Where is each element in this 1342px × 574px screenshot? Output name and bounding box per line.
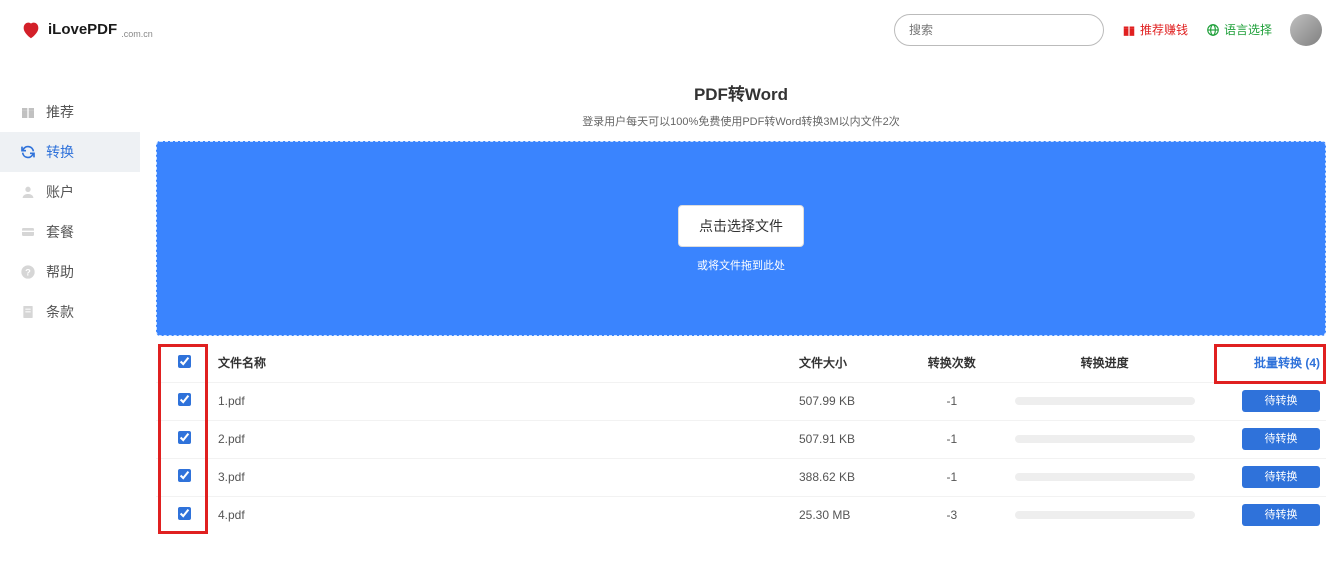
header-times: 转换次数 bbox=[904, 344, 999, 382]
file-list-region: 文件名称 文件大小 转换次数 转换进度 批量转换 (4) 1.pdf 507.9… bbox=[156, 344, 1326, 534]
cell-filesize: 507.91 KB bbox=[799, 420, 904, 458]
convert-button[interactable]: 待转换 bbox=[1242, 504, 1320, 526]
cell-filename: 1.pdf bbox=[214, 382, 799, 420]
user-icon bbox=[20, 184, 36, 200]
choose-file-button[interactable]: 点击选择文件 bbox=[678, 205, 804, 247]
row-checkbox[interactable] bbox=[178, 393, 191, 406]
progress-bar bbox=[1015, 435, 1195, 443]
sidebar-item-account[interactable]: 账户 bbox=[0, 172, 140, 212]
document-icon bbox=[20, 304, 36, 320]
row-checkbox[interactable] bbox=[178, 431, 191, 444]
page-subtitle: 登录用户每天可以100%免费使用PDF转Word转换3M以内文件2次 bbox=[156, 113, 1326, 129]
gift-icon bbox=[1122, 23, 1136, 37]
refresh-icon bbox=[20, 144, 36, 160]
svg-text:?: ? bbox=[25, 267, 31, 277]
gift-icon bbox=[20, 104, 36, 120]
card-icon bbox=[20, 224, 36, 240]
batch-convert-button[interactable]: 批量转换 (4) bbox=[1254, 356, 1320, 370]
cell-times: -3 bbox=[904, 496, 999, 534]
recommend-earn-link[interactable]: 推荐赚钱 bbox=[1122, 21, 1188, 38]
help-icon: ? bbox=[20, 264, 36, 280]
file-table: 文件名称 文件大小 转换次数 转换进度 批量转换 (4) 1.pdf 507.9… bbox=[156, 344, 1326, 534]
table-row: 2.pdf 507.91 KB -1 待转换 bbox=[156, 420, 1326, 458]
select-all-checkbox[interactable] bbox=[178, 355, 191, 368]
table-row: 4.pdf 25.30 MB -3 待转换 bbox=[156, 496, 1326, 534]
sidebar-item-convert[interactable]: 转换 bbox=[0, 132, 140, 172]
main-content: PDF转Word 登录用户每天可以100%免费使用PDF转Word转换3M以内文… bbox=[140, 60, 1342, 574]
row-checkbox[interactable] bbox=[178, 507, 191, 520]
table-row: 1.pdf 507.99 KB -1 待转换 bbox=[156, 382, 1326, 420]
header-filename: 文件名称 bbox=[214, 344, 799, 382]
sidebar: 推荐 转换 账户 套餐 ? 帮助 条款 bbox=[0, 60, 140, 574]
dropzone[interactable]: 点击选择文件 或将文件拖到此处 bbox=[156, 141, 1326, 336]
logo[interactable]: iLovePDF .com.cn bbox=[20, 19, 153, 41]
sidebar-item-help[interactable]: ? 帮助 bbox=[0, 252, 140, 292]
avatar[interactable] bbox=[1290, 14, 1322, 46]
cell-filename: 4.pdf bbox=[214, 496, 799, 534]
search-input[interactable] bbox=[894, 14, 1104, 46]
table-row: 3.pdf 388.62 KB -1 待转换 bbox=[156, 458, 1326, 496]
cell-filesize: 25.30 MB bbox=[799, 496, 904, 534]
cell-filesize: 388.62 KB bbox=[799, 458, 904, 496]
progress-bar bbox=[1015, 511, 1195, 519]
cell-filesize: 507.99 KB bbox=[799, 382, 904, 420]
globe-icon bbox=[1206, 23, 1220, 37]
row-checkbox[interactable] bbox=[178, 469, 191, 482]
cell-times: -1 bbox=[904, 382, 999, 420]
header-filesize: 文件大小 bbox=[799, 344, 904, 382]
convert-button[interactable]: 待转换 bbox=[1242, 390, 1320, 412]
cell-filename: 2.pdf bbox=[214, 420, 799, 458]
convert-button[interactable]: 待转换 bbox=[1242, 428, 1320, 450]
sidebar-item-terms[interactable]: 条款 bbox=[0, 292, 140, 332]
sidebar-item-recommend[interactable]: 推荐 bbox=[0, 92, 140, 132]
header-progress: 转换进度 bbox=[999, 344, 1210, 382]
convert-button[interactable]: 待转换 bbox=[1242, 466, 1320, 488]
header: iLovePDF .com.cn 推荐赚钱 语言选择 bbox=[0, 0, 1342, 60]
sidebar-item-plan[interactable]: 套餐 bbox=[0, 212, 140, 252]
progress-bar bbox=[1015, 397, 1195, 405]
brand-main: iLovePDF bbox=[48, 21, 117, 38]
progress-bar bbox=[1015, 473, 1195, 481]
brand-sub: .com.cn bbox=[121, 29, 153, 39]
language-select[interactable]: 语言选择 bbox=[1206, 21, 1272, 38]
page-title: PDF转Word bbox=[156, 80, 1326, 105]
heart-icon bbox=[20, 19, 42, 41]
cell-filename: 3.pdf bbox=[214, 458, 799, 496]
cell-times: -1 bbox=[904, 420, 999, 458]
drop-hint: 或将文件拖到此处 bbox=[697, 257, 785, 273]
cell-times: -1 bbox=[904, 458, 999, 496]
